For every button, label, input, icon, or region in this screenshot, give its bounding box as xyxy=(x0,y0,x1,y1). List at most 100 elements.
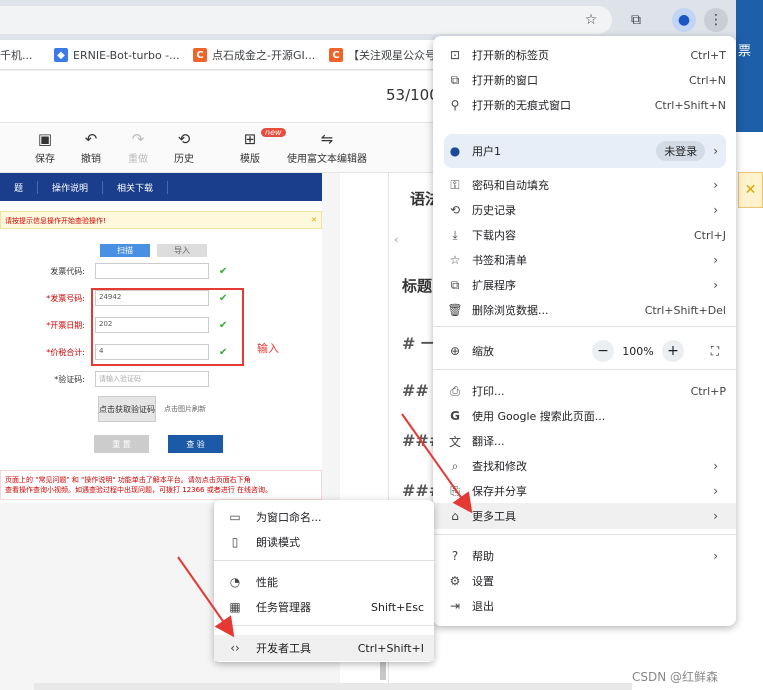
chevron-right-icon: › xyxy=(713,549,718,563)
history-icon: ⟲ xyxy=(449,203,461,217)
zoom-in-button[interactable]: + xyxy=(662,340,684,362)
zoom-level: 100% xyxy=(622,344,654,358)
form-tab[interactable]: 题 xyxy=(0,180,39,194)
menu-item-more-tools[interactable]: ⌂ 更多工具 › xyxy=(444,504,726,528)
template-button[interactable]: ⊞ 模版 xyxy=(240,130,260,165)
side-banner: 票 xyxy=(736,0,763,132)
verify-button[interactable]: 查 验 xyxy=(168,435,223,453)
menu-item-help[interactable]: ? 帮助 › xyxy=(444,544,726,568)
menu-item-passwords[interactable]: ⚿ 密码和自动填充 › xyxy=(444,173,726,197)
window-name-icon: ▭ xyxy=(229,510,241,524)
menu-item-downloads[interactable]: ⤓ 下载内容 Ctrl+J xyxy=(444,223,726,247)
document-header xyxy=(0,71,440,123)
md-line: # 一 xyxy=(402,334,437,353)
zoom-out-button[interactable]: − xyxy=(592,340,614,362)
field-label: *价税合计: xyxy=(46,347,85,357)
zoom-icon: ⊕ xyxy=(449,344,461,358)
warning-box: 页面上的 "常见问题" 和 "操作说明" 功能单击了解本平台。请勿点击页面右下角… xyxy=(0,470,322,500)
field-label: *发票号码: xyxy=(46,293,85,303)
reading-mode-icon: ▯ xyxy=(231,535,239,549)
menu-item-save-share[interactable]: ⎘ 保存并分享 › xyxy=(444,479,726,503)
scan-tab[interactable]: 扫描 xyxy=(100,244,150,257)
submenu-item-performance[interactable]: ◔ 性能 xyxy=(226,570,424,594)
star-icon[interactable]: ☆ xyxy=(579,8,603,32)
chevron-right-icon: › xyxy=(713,178,718,192)
menu-item-google-search[interactable]: G 使用 Google 搜索此页面... xyxy=(444,404,726,428)
menu-item-settings[interactable]: ⚙ 设置 xyxy=(444,569,726,593)
bookmark-item[interactable]: C 【关注观星公众号... xyxy=(329,47,447,63)
menu-item-profile[interactable]: ● 用户1 未登录 › xyxy=(444,139,726,163)
swap-icon: ⇋ xyxy=(320,130,334,148)
menu-divider xyxy=(433,369,736,370)
redo-button[interactable]: ↷ 重做 xyxy=(128,130,148,165)
download-icon: ⤓ xyxy=(452,227,458,242)
menu-item-zoom: ⊕ 缩放 − 100% + ⛶ xyxy=(444,339,726,363)
save-button[interactable]: ▣ 保存 xyxy=(35,130,55,165)
chrome-menu xyxy=(433,36,736,626)
settings-icon: ⚙ xyxy=(449,574,461,588)
chevron-right-icon: › xyxy=(713,509,718,523)
captcha-input[interactable]: 请输入验证码 xyxy=(95,371,209,387)
undo-button[interactable]: ↶ 撤销 xyxy=(81,130,101,165)
field-row: 发票代码: ✔ xyxy=(0,263,227,279)
address-bar[interactable] xyxy=(0,6,612,34)
help-icon: ? xyxy=(451,549,459,563)
incognito-icon: ⚲ xyxy=(450,98,460,112)
fullscreen-icon[interactable]: ⛶ xyxy=(704,340,726,362)
bookmark-item[interactable]: ◆ ERNIE-Bot-turbo -... xyxy=(54,47,180,63)
print-icon: ⎙ xyxy=(450,383,460,398)
bookmark-item[interactable]: C 点石成金之-开源GI... xyxy=(193,47,315,63)
new-window-icon: ⧉ xyxy=(450,72,460,87)
menu-item-find[interactable]: ⌕ 查找和修改 › xyxy=(444,454,726,478)
star-icon: ☆ xyxy=(449,253,461,267)
form-tab[interactable]: 相关下载 xyxy=(103,180,169,194)
menu-item-bookmarks[interactable]: ☆ 书签和清单 › xyxy=(444,248,726,272)
submenu-item-task-manager[interactable]: ▦ 任务管理器 Shift+Esc xyxy=(226,595,424,619)
trash-icon: 🗑 xyxy=(447,303,463,317)
reset-button[interactable]: 重 置 xyxy=(94,435,149,453)
submenu-item-devtools[interactable]: ‹› 开发者工具 Ctrl+Shift+I xyxy=(226,636,424,660)
bottom-divider xyxy=(34,683,632,690)
new-badge: new xyxy=(261,128,286,137)
csdn-icon: C xyxy=(329,48,343,62)
kebab-icon[interactable]: ⋮ xyxy=(704,8,728,32)
input-annotation: 输入 xyxy=(257,342,279,355)
field-row: *验证码: 请输入验证码 xyxy=(0,371,209,387)
menu-item-extensions[interactable]: ⧉ 扩展程序 › xyxy=(444,273,726,297)
toolbox-icon: ⌂ xyxy=(451,509,459,523)
submenu-item-reading-mode[interactable]: ▯ 朗读模式 xyxy=(226,530,424,554)
captcha-button[interactable]: 点击获取验证码 xyxy=(98,396,156,422)
import-tab[interactable]: 导入 xyxy=(157,244,207,257)
menu-item-history[interactable]: ⟲ 历史记录 › xyxy=(444,198,726,222)
form-tab[interactable]: 操作说明 xyxy=(38,180,104,194)
close-icon[interactable]: ✕ xyxy=(738,172,763,208)
form-notice: 请按提示信息操作开始查验操作! ✕ xyxy=(0,211,322,229)
menu-item-new-window[interactable]: ⧉ 打开新的窗口 Ctrl+N xyxy=(444,68,726,92)
check-icon: ✔ xyxy=(219,265,228,277)
menu-item-new-tab[interactable]: ⊡ 打开新的标签页 Ctrl+T xyxy=(444,43,726,67)
menu-item-translate[interactable]: 文翻译... xyxy=(444,429,726,453)
menu-item-incognito[interactable]: ⚲ 打开新的无痕式窗口 Ctrl+Shift+N xyxy=(444,93,726,117)
chevron-right-icon: › xyxy=(713,253,718,267)
menu-item-print[interactable]: ⎙ 打印... Ctrl+P xyxy=(444,379,726,403)
highlight-box xyxy=(91,288,244,366)
md-line: ## xyxy=(402,381,429,400)
puzzle-icon[interactable]: ⧉ xyxy=(624,8,648,32)
bookmark-item[interactable]: 千机... xyxy=(0,47,33,63)
chevron-left-icon[interactable]: ‹ xyxy=(394,233,398,246)
new-tab-icon: ⊡ xyxy=(449,48,461,62)
task-manager-icon: ▦ xyxy=(229,600,241,614)
profile-icon[interactable]: ● xyxy=(672,8,696,32)
preview-title: 标题 xyxy=(402,277,433,295)
history-button[interactable]: ⟲ 历史 xyxy=(174,130,194,165)
menu-divider xyxy=(433,534,736,535)
save-icon: ▣ xyxy=(37,130,53,148)
key-icon: ⚿ xyxy=(450,177,460,192)
chevron-right-icon: › xyxy=(713,459,718,473)
invoice-code-input[interactable] xyxy=(95,263,209,279)
menu-item-clear-data[interactable]: 🗑 删除浏览数据... Ctrl+Shift+Del xyxy=(444,298,726,322)
submenu-item-name-window[interactable]: ▭ 为窗口命名... xyxy=(226,505,424,529)
menu-item-exit[interactable]: ⇥ 退出 xyxy=(444,594,726,618)
submenu-divider xyxy=(214,625,434,626)
rich-editor-button[interactable]: ⇋ 使用富文本编辑器 xyxy=(287,130,367,165)
